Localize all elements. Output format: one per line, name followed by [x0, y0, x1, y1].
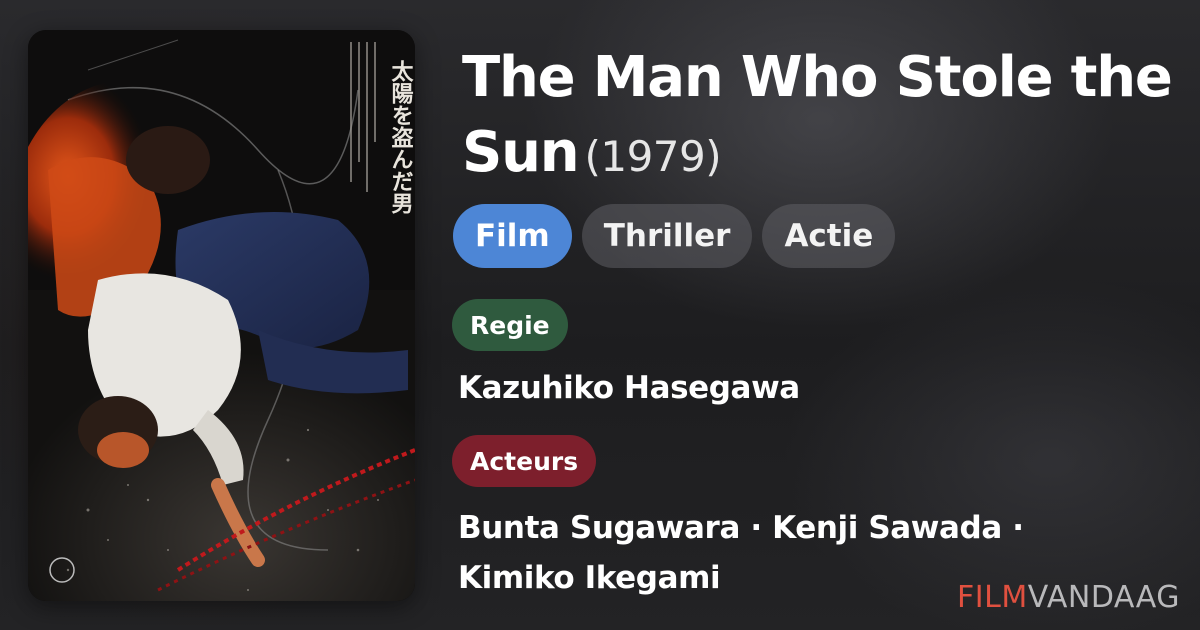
filmvandaag-logo[interactable]: FILMVANDAAG: [957, 580, 1180, 616]
movie-poster[interactable]: 太陽を盗んだ男: [28, 30, 415, 601]
logo-part-film: FILM: [957, 580, 1028, 615]
actors-label-badge: Acteurs: [452, 435, 597, 487]
director-label-badge: Regie: [452, 299, 568, 351]
movie-year: (1979): [584, 132, 722, 181]
director-name[interactable]: Kazuhiko Hasegawa: [458, 368, 800, 408]
genre-chips: Film Thriller Actie: [453, 204, 896, 268]
genre-chip-actie[interactable]: Actie: [762, 204, 896, 268]
logo-part-vandaag: VANDAAG: [1027, 580, 1180, 615]
poster-artwork: 太陽を盗んだ男: [28, 30, 415, 601]
genre-chip-film[interactable]: Film: [453, 204, 572, 268]
poster-japanese-title: 太陽を盗んだ男: [388, 60, 414, 215]
movie-title: The Man Who Stole the Sun (1979): [462, 40, 1182, 194]
movie-title-text: The Man Who Stole the Sun: [462, 45, 1173, 185]
genre-chip-thriller[interactable]: Thriller: [581, 204, 753, 268]
share-card: 太陽を盗んだ男 The Man Who Stole the Sun (1979) …: [0, 0, 1200, 630]
